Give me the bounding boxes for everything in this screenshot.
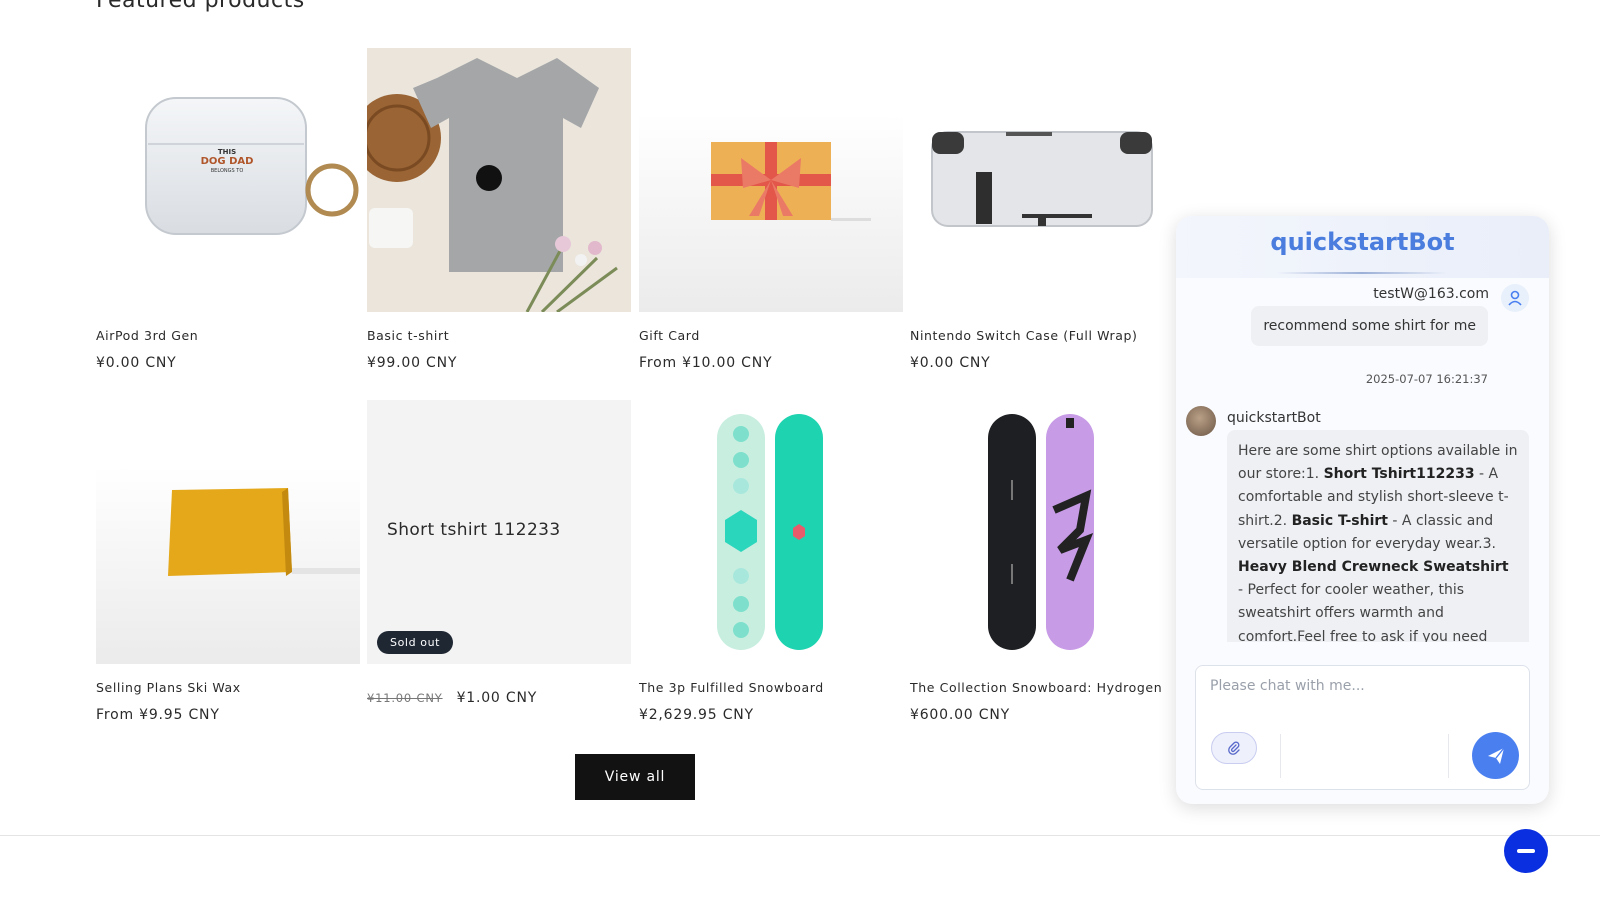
paperclip-icon bbox=[1228, 741, 1240, 755]
product-card-short-tshirt[interactable]: Short tshirt 112233 Sold out ¥11.00 CNY ¥… bbox=[367, 400, 631, 706]
product-price: ¥2,629.95 CNY bbox=[639, 707, 754, 723]
product-price: ¥0.00 CNY bbox=[96, 355, 177, 371]
product-image[interactable] bbox=[639, 48, 903, 312]
product-price: ¥11.00 CNY ¥1.00 CNY bbox=[367, 690, 537, 706]
bot-avatar bbox=[1186, 406, 1216, 436]
message-timestamp: 2025-07-07 16:21:37 bbox=[1365, 372, 1488, 386]
section-title: Featured products bbox=[96, 0, 305, 13]
product-card-switch-case[interactable]: Nintendo Switch Case (Full Wrap) ¥0.00 C… bbox=[910, 48, 1174, 371]
bot-name: quickstartBot bbox=[1227, 410, 1321, 426]
airpod-case-image: THIS DOG DAD BELONGS TO bbox=[145, 97, 359, 235]
product-title[interactable]: The Collection Snowboard: Hydrogen bbox=[910, 680, 1162, 695]
product-title[interactable]: Gift Card bbox=[639, 328, 700, 343]
product-image[interactable] bbox=[367, 48, 631, 312]
chat-input[interactable] bbox=[1210, 678, 1510, 694]
product-title[interactable]: Selling Plans Ski Wax bbox=[96, 680, 241, 695]
ski-wax-image bbox=[168, 488, 360, 576]
chat-messages[interactable]: testW@163.com recommend some shirt for m… bbox=[1176, 278, 1549, 642]
product-card-basic-tshirt[interactable]: Basic t-shirt ¥99.00 CNY bbox=[367, 48, 631, 371]
switch-case-image bbox=[931, 131, 1153, 227]
toolbar-separator bbox=[1280, 734, 1281, 778]
product-title[interactable]: Basic t-shirt bbox=[367, 328, 449, 343]
product-card-airpod[interactable]: THIS DOG DAD BELONGS TO AirPod 3rd Gen ¥… bbox=[96, 48, 360, 371]
chat-title: quickstartBot bbox=[1270, 228, 1455, 256]
product-title[interactable]: Nintendo Switch Case (Full Wrap) bbox=[910, 328, 1138, 343]
tshirt-image bbox=[367, 48, 631, 312]
chat-input-area bbox=[1195, 665, 1530, 790]
user-message: recommend some shirt for me bbox=[1251, 306, 1488, 346]
svg-text:THIS: THIS bbox=[218, 148, 236, 156]
product-title[interactable]: AirPod 3rd Gen bbox=[96, 328, 198, 343]
product-card-ski-wax[interactable]: Selling Plans Ski Wax From ¥9.95 CNY bbox=[96, 400, 360, 723]
product-image[interactable] bbox=[639, 400, 903, 664]
product-card-3p-snowboard[interactable]: The 3p Fulfilled Snowboard ¥2,629.95 CNY bbox=[639, 400, 903, 723]
product-image-placeholder[interactable]: Short tshirt 112233 Sold out bbox=[367, 400, 631, 664]
section-divider bbox=[0, 835, 1600, 836]
bot-message: Here are some shirt options available in… bbox=[1227, 430, 1529, 642]
snowboard-hydrogen-image bbox=[988, 414, 1094, 650]
chat-header: quickstartBot bbox=[1176, 216, 1549, 278]
product-image[interactable] bbox=[910, 400, 1174, 664]
product-price: ¥99.00 CNY bbox=[367, 355, 458, 371]
chat-widget: quickstartBot testW@163.com recommend so… bbox=[1176, 216, 1549, 804]
snowboard-3p-image bbox=[717, 414, 823, 650]
sale-price: ¥1.00 CNY bbox=[456, 690, 538, 706]
product-price: From ¥10.00 CNY bbox=[639, 355, 773, 371]
product-card-hydrogen-snowboard[interactable]: The Collection Snowboard: Hydrogen ¥600.… bbox=[910, 400, 1174, 723]
send-button[interactable] bbox=[1472, 732, 1519, 779]
product-title[interactable]: The 3p Fulfilled Snowboard bbox=[639, 680, 824, 695]
compare-at-price: ¥11.00 CNY bbox=[367, 691, 443, 705]
product-price: ¥0.00 CNY bbox=[910, 355, 991, 371]
chat-launcher-button[interactable] bbox=[1504, 829, 1548, 873]
attach-button[interactable] bbox=[1211, 732, 1257, 764]
product-image[interactable]: THIS DOG DAD BELONGS TO bbox=[96, 48, 360, 312]
gift-card-image bbox=[711, 142, 871, 221]
product-price: From ¥9.95 CNY bbox=[96, 707, 220, 723]
sold-out-badge: Sold out bbox=[377, 631, 454, 654]
placeholder-title: Short tshirt 112233 bbox=[387, 520, 561, 540]
svg-text:BELONGS TO: BELONGS TO bbox=[211, 168, 244, 174]
user-name: testW@163.com bbox=[1373, 286, 1489, 302]
view-all-button[interactable]: View all bbox=[575, 754, 695, 800]
toolbar-separator bbox=[1448, 734, 1449, 778]
chat-title-underline bbox=[1277, 272, 1447, 274]
chat-launcher-icon bbox=[1517, 849, 1535, 853]
product-image[interactable] bbox=[96, 400, 360, 664]
send-icon bbox=[1487, 747, 1505, 764]
user-icon bbox=[1501, 284, 1529, 312]
product-price: ¥600.00 CNY bbox=[910, 707, 1010, 723]
svg-text:DOG DAD: DOG DAD bbox=[201, 156, 254, 167]
product-card-gift-card[interactable]: Gift Card From ¥10.00 CNY bbox=[639, 48, 903, 371]
product-image[interactable] bbox=[910, 48, 1174, 312]
